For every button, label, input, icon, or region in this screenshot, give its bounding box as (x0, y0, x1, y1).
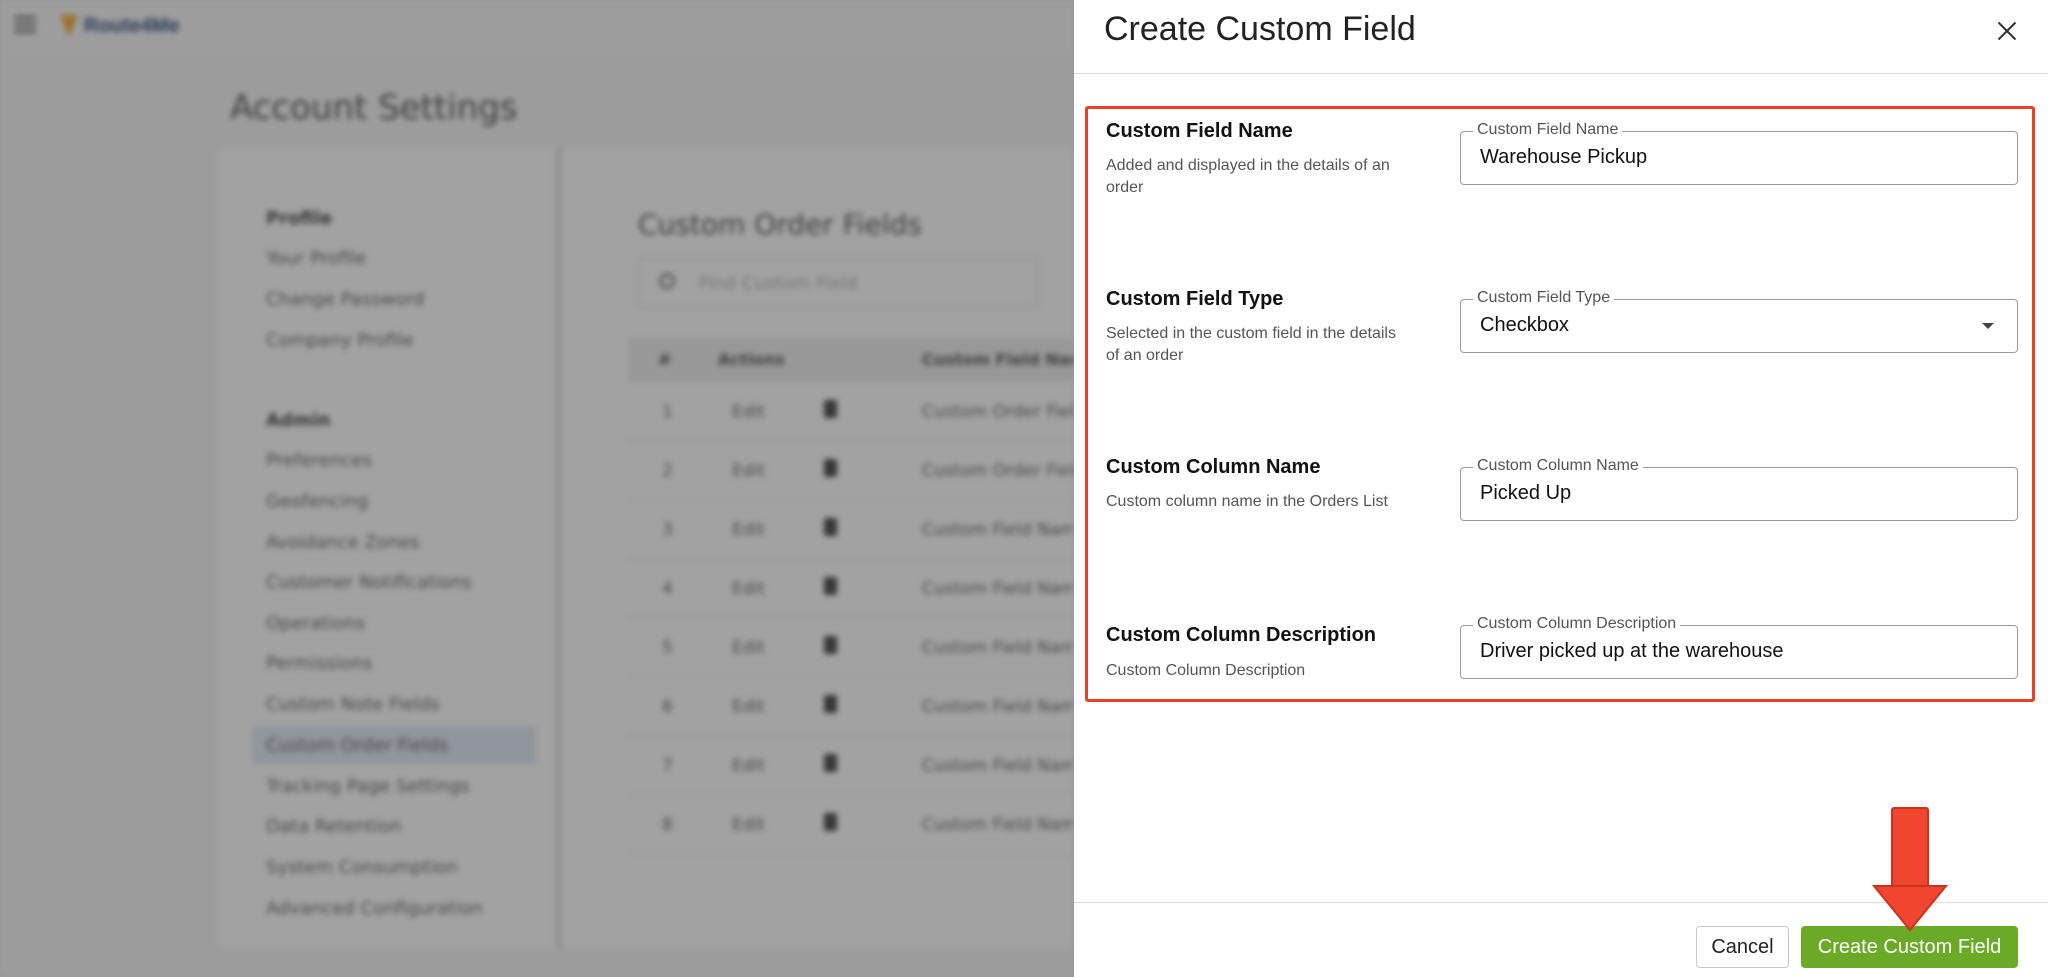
input-floating-label: Custom Field Name (1473, 121, 1623, 139)
down-arrow-icon (1871, 807, 1949, 932)
field-help-custom-column-description: Custom Column Description (1106, 662, 1306, 679)
field-help-custom-field-type: Selected in the custom field in the deta… (1106, 325, 1396, 364)
field-help-custom-field-name: Added and displayed in the details of an… (1106, 157, 1390, 196)
select-floating-label: Custom Field Type (1473, 289, 1615, 307)
custom-field-name-input[interactable]: Custom Field Name Warehouse Pickup (1460, 121, 2018, 185)
custom-column-description-input[interactable]: Custom Column Description Driver picked … (1460, 615, 2018, 679)
drawer-header: Create Custom Field (1074, 0, 2048, 74)
input-value: Warehouse Pickup (1480, 146, 1648, 168)
drawer-title: Create Custom Field (1104, 10, 1416, 48)
field-help-custom-column-name: Custom column name in the Orders List (1106, 493, 1388, 510)
input-value: Driver picked up at the warehouse (1480, 640, 1784, 662)
select-value: Checkbox (1480, 314, 1569, 336)
cancel-button[interactable]: Cancel (1696, 926, 1789, 968)
input-floating-label: Custom Column Description (1473, 615, 1681, 633)
field-label-custom-field-name: Custom Field Name (1106, 120, 1293, 142)
input-value: Picked Up (1480, 482, 1572, 504)
modal-backdrop[interactable] (0, 0, 1074, 977)
custom-field-type-select[interactable]: Custom Field Type Checkbox (1460, 289, 2018, 353)
field-label-custom-field-type: Custom Field Type (1106, 288, 1284, 310)
custom-column-name-input[interactable]: Custom Column Name Picked Up (1460, 457, 2018, 521)
field-label-custom-column-name: Custom Column Name (1106, 456, 1321, 478)
input-floating-label: Custom Column Name (1473, 457, 1643, 475)
field-label-custom-column-description: Custom Column Description (1106, 624, 1377, 646)
chevron-down-icon[interactable] (1982, 323, 1994, 329)
close-icon[interactable] (1992, 16, 2022, 46)
